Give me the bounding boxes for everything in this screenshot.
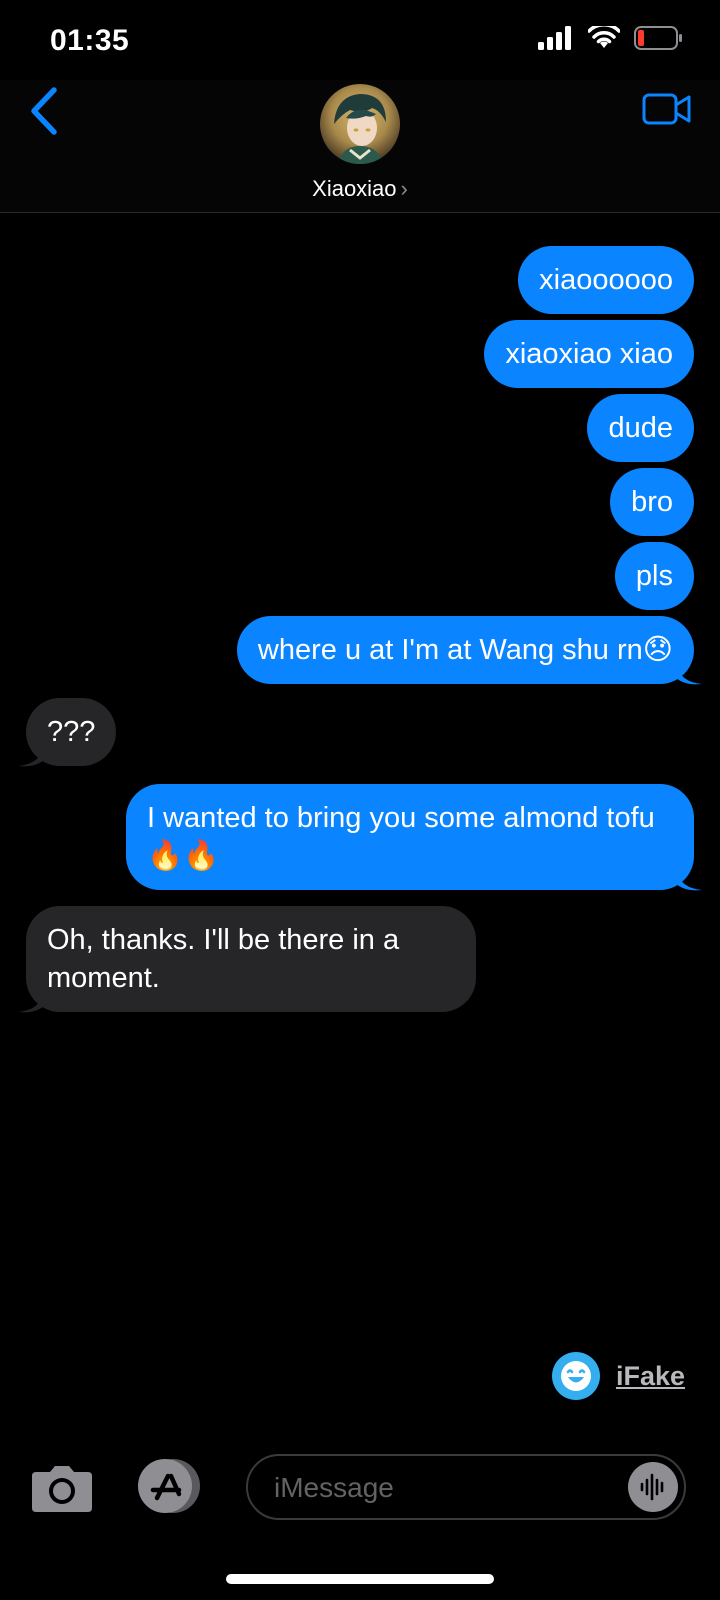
app-store-icon <box>138 1459 200 1513</box>
compose-bar <box>0 1440 720 1540</box>
audio-message-button[interactable] <box>628 1462 678 1512</box>
chevron-right-icon: › <box>400 176 408 201</box>
laughing-face-icon <box>552 1352 600 1400</box>
bubble-tail <box>676 664 702 685</box>
message-input[interactable] <box>272 1466 616 1510</box>
message-bubble-received[interactable]: Oh, thanks. I'll be there in a moment. <box>26 906 476 1012</box>
contact-avatar[interactable] <box>320 84 400 164</box>
contact-name-button[interactable]: Xiaoxiao › <box>0 176 720 202</box>
back-button[interactable] <box>28 86 68 142</box>
camera-icon <box>32 1466 92 1512</box>
battery-icon <box>634 26 682 50</box>
conversation-header: Xiaoxiao › <box>0 80 720 213</box>
message-bubble-sent[interactable]: pls <box>614 542 694 610</box>
bubble-tail <box>676 870 702 891</box>
wifi-icon <box>588 26 620 48</box>
video-call-icon <box>642 93 691 125</box>
app-store-button[interactable] <box>135 1458 207 1519</box>
message-bubble-sent[interactable]: xiaoooooo <box>518 246 694 314</box>
status-bar: 01:35 <box>0 0 720 80</box>
message-bubble-sent[interactable]: bro <box>610 468 694 536</box>
video-call-button[interactable] <box>642 92 692 131</box>
watermark-label[interactable]: iFake <box>616 1361 685 1392</box>
status-icons <box>538 26 684 50</box>
ifake-watermark[interactable]: iFake <box>552 1352 685 1400</box>
message-thread: xiaoooooo xiaoxiao xiao dude bro pls whe… <box>0 212 720 1322</box>
message-bubble-sent[interactable]: xiaoxiao xiao <box>484 320 694 388</box>
message-bubble-sent[interactable]: I wanted to bring you some almond tofu🔥🔥 <box>126 784 694 890</box>
camera-button[interactable] <box>30 1462 94 1519</box>
status-time: 01:35 <box>50 24 130 57</box>
avatar-image <box>320 84 400 164</box>
audio-waveform-icon <box>640 1473 664 1501</box>
home-indicator[interactable] <box>226 1574 494 1584</box>
signal-icon <box>538 26 571 50</box>
message-bubble-sent[interactable]: dude <box>587 394 694 462</box>
back-chevron-icon <box>31 87 57 135</box>
message-input-field[interactable] <box>246 1454 686 1520</box>
bubble-tail <box>18 992 44 1013</box>
message-bubble-sent[interactable]: where u at I'm at Wang shu rn😞 <box>236 616 694 684</box>
contact-name: Xiaoxiao <box>312 176 397 201</box>
bubble-tail <box>18 746 44 767</box>
